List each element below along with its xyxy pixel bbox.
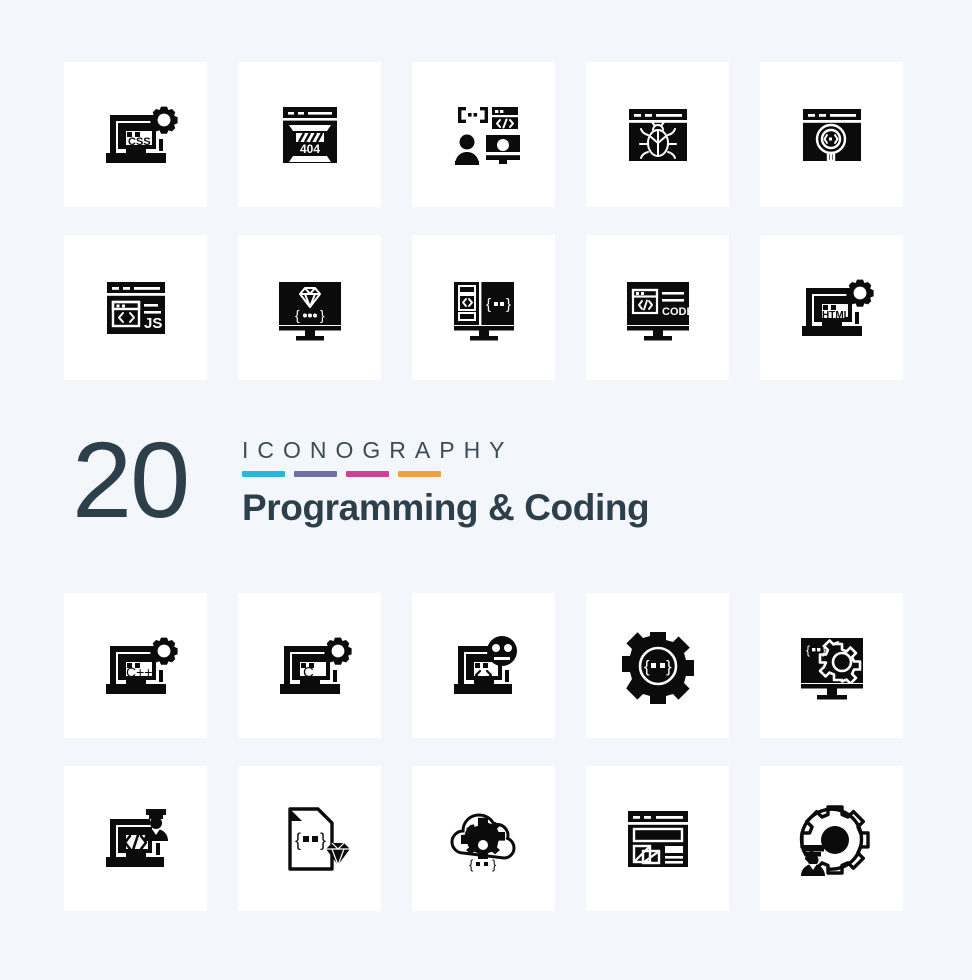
laptop-code-developer-icon bbox=[105, 808, 168, 867]
icon-card-laptop-code-developer[interactable] bbox=[64, 766, 207, 911]
icon-card-browser-404-error[interactable]: 404 bbox=[238, 62, 381, 207]
browser-bug-debug-icon bbox=[628, 108, 687, 161]
svg-text:C: C bbox=[303, 664, 314, 681]
browser-code-search-icon bbox=[802, 108, 861, 162]
banner: 20 ICONOGRAPHY Programming & Coding bbox=[64, 420, 908, 565]
developer-coding-monitor-icon bbox=[454, 106, 520, 165]
monitor-diamond-code-icon: { } bbox=[278, 281, 341, 340]
cloud-gear-code-icon: { } bbox=[449, 812, 516, 872]
svg-text:{: { bbox=[295, 307, 300, 323]
file-code-diamond-icon: { } bbox=[287, 806, 350, 871]
icon-card-html-laptop-settings[interactable]: HTML bbox=[760, 235, 903, 380]
svg-text:{: { bbox=[295, 830, 301, 850]
icon-card-gear-code-settings[interactable]: { } bbox=[586, 593, 729, 738]
browser-404-error-icon: 404 bbox=[282, 106, 337, 163]
bar-cyan bbox=[242, 471, 285, 478]
svg-text:{: { bbox=[469, 857, 474, 872]
svg-text:CODE: CODE bbox=[662, 306, 694, 318]
banner-color-bars bbox=[242, 471, 649, 478]
icon-grid-top: CSS 404 JS {} {} CODE HTML bbox=[64, 62, 908, 380]
svg-text:JS: JS bbox=[144, 315, 162, 332]
icon-card-css-laptop-settings[interactable]: CSS bbox=[64, 62, 207, 207]
icon-card-browser-bug-debug[interactable] bbox=[586, 62, 729, 207]
browser-js-code-icon: JS bbox=[106, 281, 165, 334]
svg-text:404: 404 bbox=[299, 142, 319, 156]
icon-card-file-code-diamond[interactable]: { } bbox=[238, 766, 381, 911]
icon-card-browser-wireframe-layout[interactable] bbox=[586, 766, 729, 911]
icon-set-page: CSS 404 JS {} {} CODE HTML 20 ICONOGRA… bbox=[0, 0, 972, 980]
html-laptop-settings-icon: HTML bbox=[801, 279, 874, 336]
svg-text:{: { bbox=[486, 296, 491, 313]
gear-developer-graduate-icon bbox=[799, 804, 870, 876]
icon-card-browser-js-code[interactable]: JS bbox=[64, 235, 207, 380]
svg-text:HTML: HTML bbox=[822, 310, 850, 321]
icon-count: 20 bbox=[72, 419, 190, 540]
icon-card-cloud-gear-code[interactable]: { } bbox=[412, 766, 555, 911]
icon-card-c-laptop-settings[interactable]: C bbox=[238, 593, 381, 738]
bar-yellow bbox=[450, 471, 493, 477]
svg-text:C++: C++ bbox=[126, 664, 152, 680]
monitor-code-label-icon: CODE bbox=[626, 281, 694, 340]
svg-text:{: { bbox=[806, 643, 810, 657]
browser-wireframe-layout-icon bbox=[627, 810, 688, 867]
icon-card-monitor-diamond-code[interactable]: { } bbox=[238, 235, 381, 380]
svg-text:{: { bbox=[644, 657, 650, 676]
monitor-gear-code-icon: { } bbox=[800, 637, 863, 699]
svg-text:CSS: CSS bbox=[128, 136, 151, 148]
icon-card-monitor-split-code[interactable]: { } bbox=[412, 235, 555, 380]
svg-text:}: } bbox=[320, 307, 325, 323]
bar-magenta bbox=[346, 471, 389, 478]
icon-card-laptop-code-emoji[interactable] bbox=[412, 593, 555, 738]
svg-text:}: } bbox=[666, 657, 672, 676]
svg-text:}: } bbox=[506, 296, 511, 313]
icon-card-gear-developer-graduate[interactable] bbox=[760, 766, 903, 911]
css-laptop-settings-icon: CSS bbox=[105, 106, 178, 163]
bar-purple bbox=[294, 471, 337, 478]
laptop-code-emoji-icon bbox=[453, 635, 517, 694]
icon-card-developer-coding-monitor[interactable] bbox=[412, 62, 555, 207]
banner-kicker: ICONOGRAPHY bbox=[242, 437, 514, 463]
icon-card-monitor-code-label[interactable]: CODE bbox=[586, 235, 729, 380]
gear-code-settings-icon: { } bbox=[621, 631, 694, 704]
bar-orange bbox=[398, 471, 441, 478]
banner-text-block: ICONOGRAPHY Programming & Coding bbox=[242, 437, 650, 530]
icon-card-browser-code-search[interactable] bbox=[760, 62, 903, 207]
monitor-split-code-icon: { } bbox=[453, 281, 514, 340]
c-laptop-settings-icon: C bbox=[279, 637, 352, 694]
icon-card-cpp-laptop-settings[interactable]: C++ bbox=[64, 593, 207, 738]
svg-text:}: } bbox=[492, 857, 497, 872]
banner-title: Programming & Coding bbox=[242, 487, 650, 529]
icon-grid-bottom: C++ C {} {} {} {} bbox=[64, 593, 908, 911]
icon-card-monitor-gear-code[interactable]: { } bbox=[760, 593, 903, 738]
svg-text:}: } bbox=[320, 830, 326, 850]
cpp-laptop-settings-icon: C++ bbox=[105, 637, 178, 694]
